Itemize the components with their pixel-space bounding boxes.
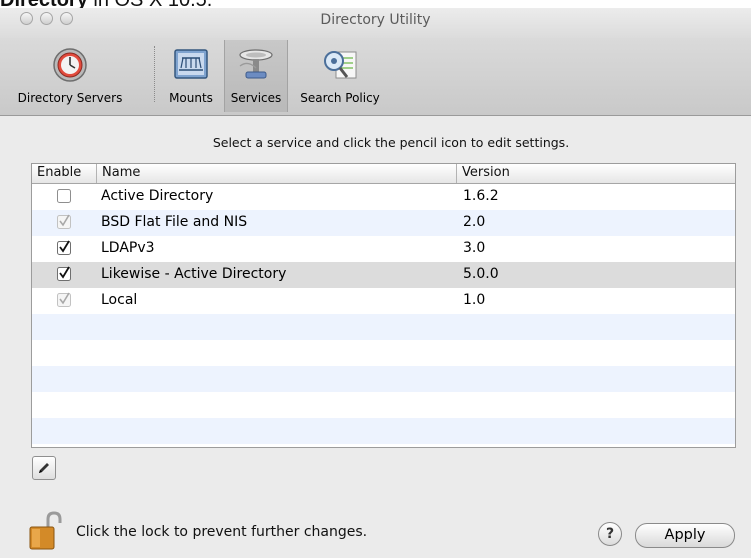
column-divider: [96, 164, 97, 183]
title-bar: Directory Utility: [0, 8, 751, 38]
toolbar: Directory Servers Mounts Services Search…: [0, 38, 751, 116]
directory-utility-window: Directory Utility Directory Servers Moun…: [0, 8, 751, 558]
server-dish-icon: [239, 49, 273, 79]
network-folder-icon: [174, 49, 208, 79]
checkbox-unchecked[interactable]: [57, 188, 71, 203]
checkbox-checked-disabled: [57, 214, 71, 229]
table-row[interactable]: BSD Flat File and NIS 2.0: [32, 210, 735, 236]
empty-row: [32, 418, 735, 444]
toolbar-item-search-policy[interactable]: Search Policy: [290, 40, 390, 112]
unlocked-padlock-icon[interactable]: [28, 511, 64, 551]
service-version: 2.0: [463, 214, 486, 230]
service-version: 5.0.0: [463, 266, 499, 282]
instruction-text: Select a service and click the pencil ic…: [212, 135, 570, 150]
toolbar-label-services: Services: [230, 91, 282, 105]
checkbox-checked-disabled: [57, 292, 71, 307]
toolbar-label-mounts: Mounts: [169, 91, 213, 105]
service-name: BSD Flat File and NIS: [101, 214, 248, 230]
checkbox-checked[interactable]: [57, 266, 71, 281]
empty-row: [32, 314, 735, 340]
empty-row: [32, 392, 735, 418]
table-row-selected[interactable]: Likewise - Active Directory 5.0.0: [32, 262, 735, 288]
service-name: LDAPv3: [101, 240, 155, 256]
pencil-icon: [39, 463, 49, 473]
empty-row: [32, 366, 735, 392]
window-title: Directory Utility: [320, 12, 431, 28]
toolbar-label-directory-servers: Directory Servers: [17, 91, 123, 105]
help-button[interactable]: ?: [598, 522, 622, 546]
compass-clock-icon: [53, 48, 87, 82]
lock-status-text: Click the lock to prevent further change…: [76, 524, 368, 540]
toolbar-item-services[interactable]: Services: [224, 40, 288, 112]
column-header-version[interactable]: Version: [462, 165, 510, 180]
toolbar-item-mounts[interactable]: Mounts: [160, 40, 222, 112]
edit-service-button[interactable]: [32, 456, 56, 480]
service-name: Likewise - Active Directory: [101, 266, 287, 282]
column-divider: [456, 164, 457, 183]
checkbox-checked[interactable]: [57, 240, 71, 255]
toolbar-item-directory-servers[interactable]: Directory Servers: [0, 40, 140, 112]
table-row[interactable]: Active Directory 1.6.2: [32, 184, 735, 210]
service-name: Local: [101, 292, 138, 308]
apply-button[interactable]: Apply: [635, 523, 735, 548]
services-table[interactable]: Enable Name Version Active Directory 1.6…: [31, 163, 736, 448]
table-row[interactable]: LDAPv3 3.0: [32, 236, 735, 262]
column-header-name[interactable]: Name: [102, 165, 140, 180]
toolbar-separator: [154, 46, 155, 102]
toolbar-label-search-policy: Search Policy: [300, 91, 380, 105]
magnifier-document-icon: [324, 51, 357, 79]
empty-row: [32, 340, 735, 366]
service-version: 1.6.2: [463, 188, 499, 204]
table-row[interactable]: Local 1.0: [32, 288, 735, 314]
service-version: 1.0: [463, 292, 486, 308]
column-header-enable[interactable]: Enable: [37, 165, 81, 180]
service-version: 3.0: [463, 240, 486, 256]
table-header: Enable Name Version: [32, 164, 735, 184]
service-name: Active Directory: [101, 188, 214, 204]
